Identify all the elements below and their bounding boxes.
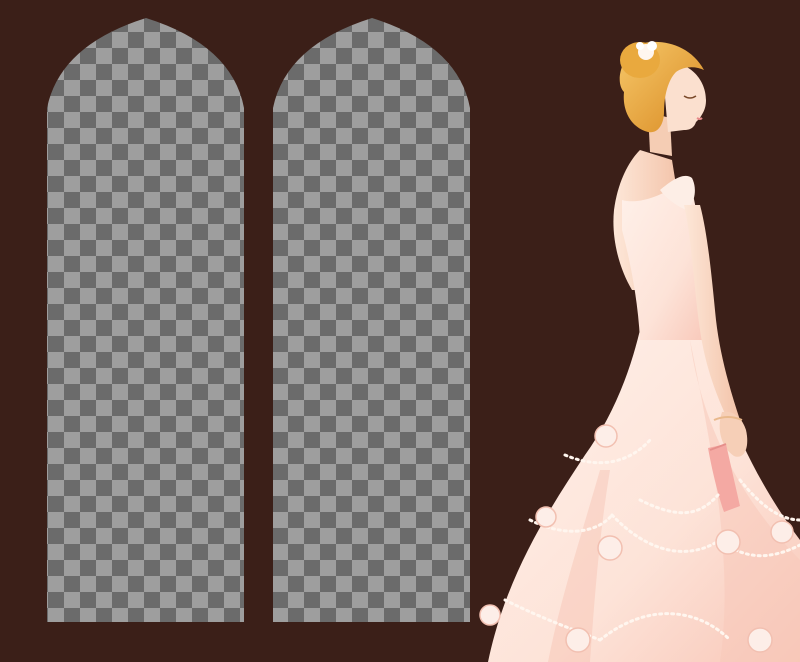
photo-frame-canvas (0, 0, 800, 662)
photo-slot-right[interactable] (273, 18, 470, 622)
frame-artwork (0, 0, 800, 662)
photo-slot-left[interactable] (47, 18, 244, 622)
